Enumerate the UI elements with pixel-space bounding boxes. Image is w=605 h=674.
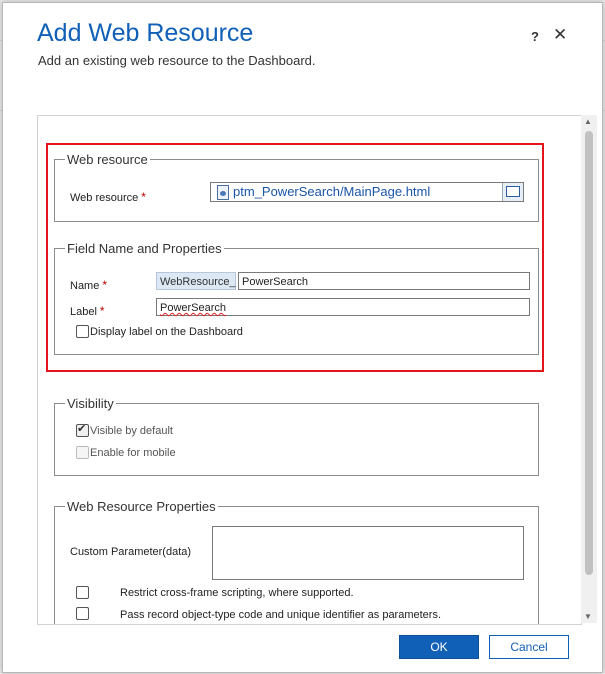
- name-input[interactable]: PowerSearch: [238, 272, 530, 290]
- name-label: Name *: [70, 278, 108, 292]
- custom-param-input[interactable]: [212, 526, 524, 580]
- dialog-subtitle: Add an existing web resource to the Dash…: [38, 53, 316, 68]
- display-label-text: Display label on the Dashboard: [90, 326, 243, 338]
- web-resource-lookup[interactable]: ptm_PowerSearch/MainPage.html: [210, 182, 524, 202]
- help-icon[interactable]: ?: [531, 29, 539, 44]
- dialog-content: Web resource Web resource * ptm_PowerSear…: [37, 115, 582, 625]
- display-label-checkbox[interactable]: [76, 325, 89, 338]
- scroll-thumb[interactable]: [585, 131, 593, 575]
- web-resource-file-icon: [217, 185, 229, 200]
- custom-param-label: Custom Parameter(data): [70, 546, 192, 558]
- label-label: Label *: [70, 304, 105, 318]
- lookup-icon[interactable]: [502, 183, 523, 201]
- dialog-footer: OK Cancel: [3, 625, 602, 672]
- restrict-checkbox[interactable]: [76, 586, 89, 599]
- scroll-down-icon[interactable]: ▼: [584, 612, 592, 621]
- restrict-text: Restrict cross-frame scripting, where su…: [120, 587, 354, 599]
- visible-default-checkbox[interactable]: [76, 422, 89, 437]
- add-web-resource-dialog: Add Web Resource Add an existing web res…: [2, 2, 603, 673]
- ok-button[interactable]: OK: [399, 635, 479, 659]
- field-name-legend: Field Name and Properties: [67, 241, 222, 256]
- web-resource-label: Web resource *: [70, 190, 146, 204]
- enable-mobile-checkbox[interactable]: [76, 446, 89, 459]
- dialog-title: Add Web Resource: [37, 19, 254, 47]
- visible-default-text: Visible by default: [90, 425, 173, 437]
- visibility-legend: Visibility: [67, 396, 114, 411]
- properties-legend: Web Resource Properties: [67, 499, 216, 514]
- enable-mobile-text: Enable for mobile: [90, 447, 176, 459]
- name-prefix: WebResource_: [156, 272, 236, 290]
- label-input[interactable]: PowerSearch: [156, 298, 530, 316]
- vertical-scrollbar[interactable]: ▲ ▼: [581, 115, 597, 623]
- cancel-button[interactable]: Cancel: [489, 635, 569, 659]
- close-icon[interactable]: ✕: [553, 25, 567, 45]
- web-resource-value[interactable]: ptm_PowerSearch/MainPage.html: [233, 184, 430, 199]
- pass-record-text: Pass record object-type code and unique …: [120, 609, 442, 621]
- pass-record-checkbox[interactable]: [76, 607, 89, 620]
- web-resource-legend: Web resource: [67, 152, 148, 167]
- scroll-up-icon[interactable]: ▲: [584, 117, 592, 126]
